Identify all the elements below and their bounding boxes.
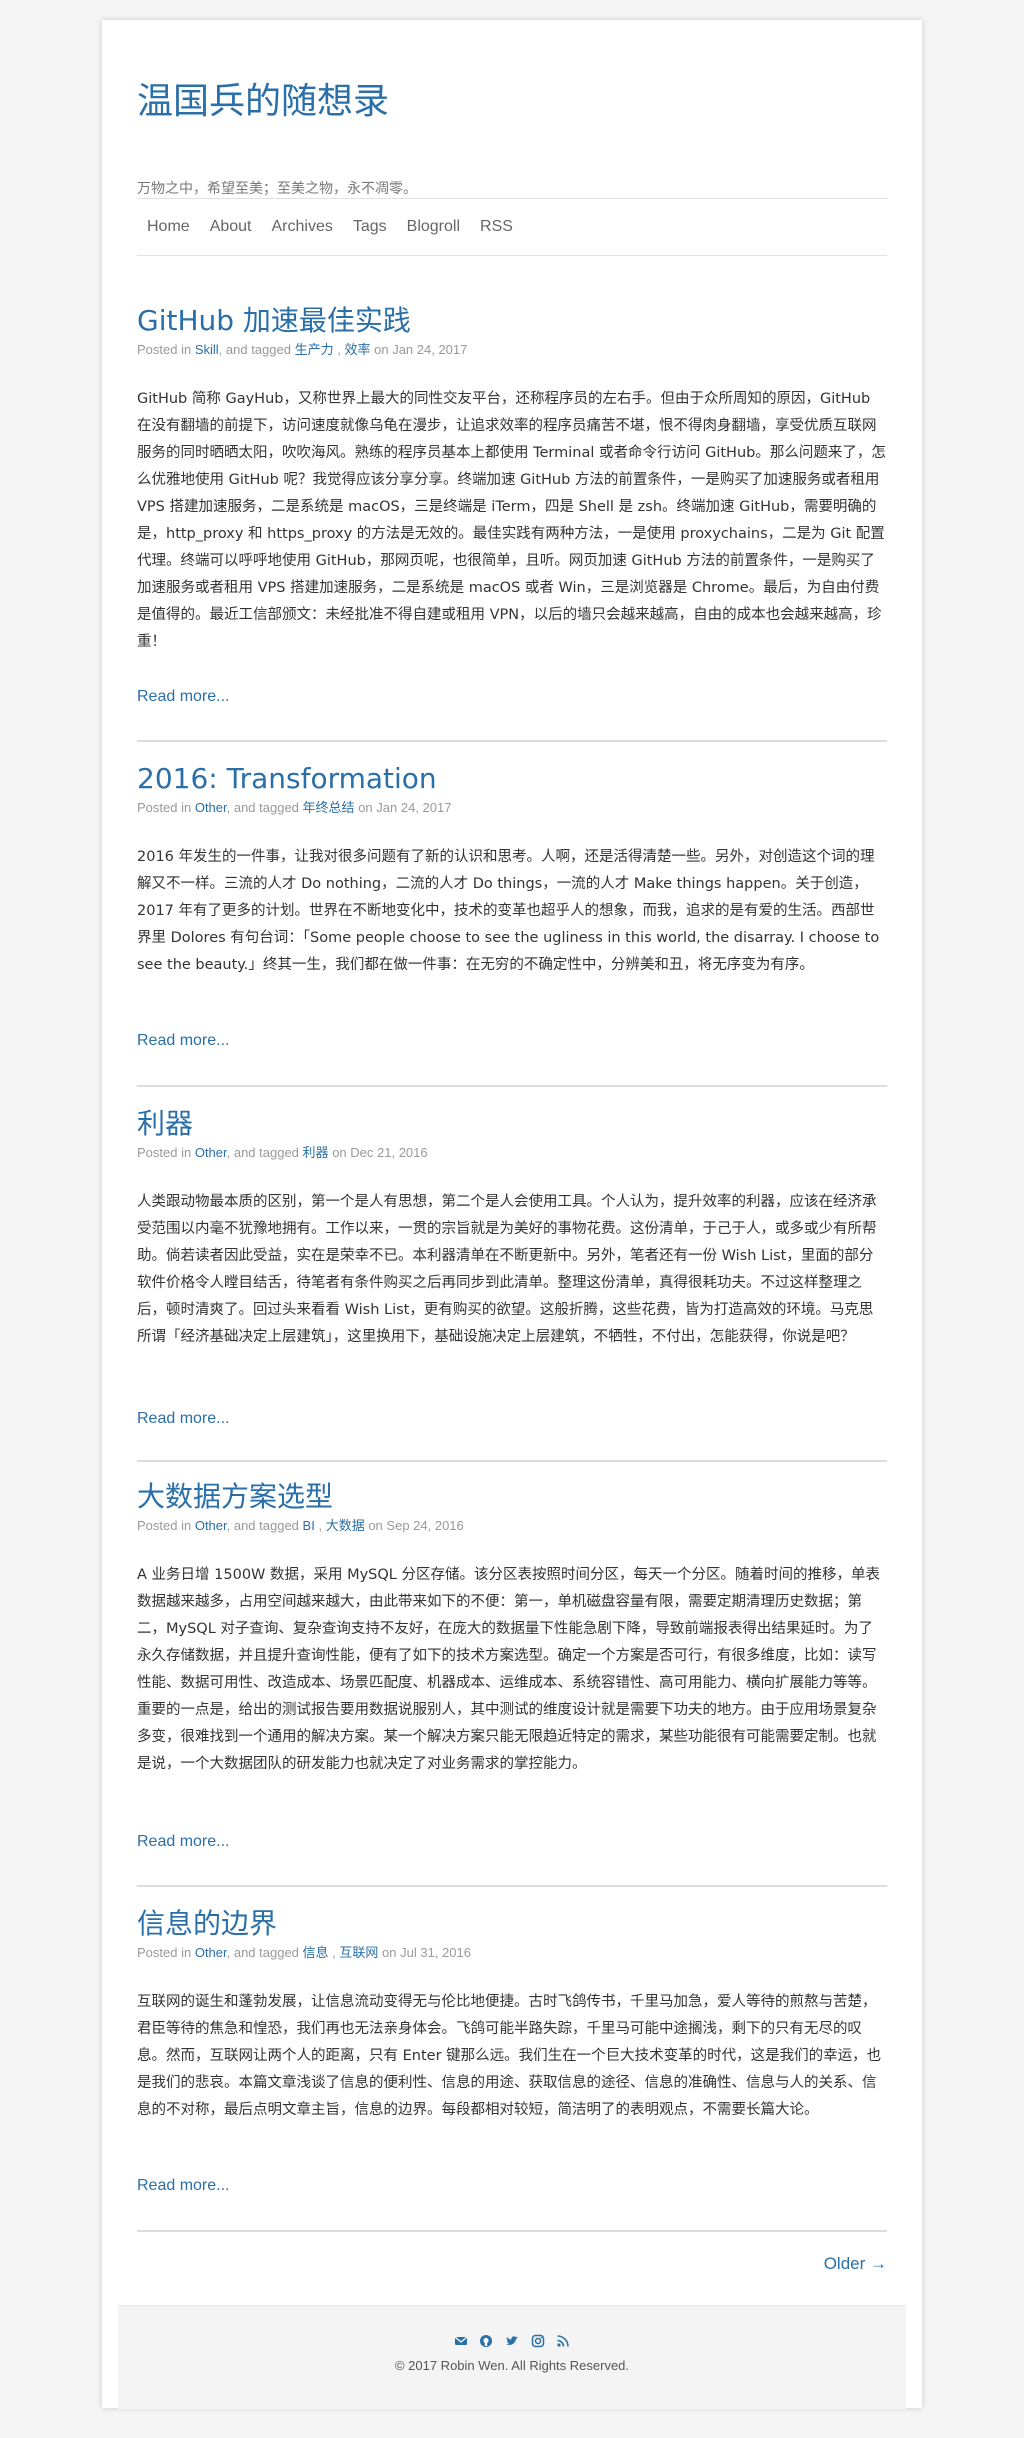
post-divider (137, 740, 887, 742)
read-more-link[interactable]: Read more... (137, 1410, 229, 1428)
meta-prefix: Posted in (137, 800, 192, 815)
tag-link[interactable]: 效率 (344, 342, 370, 357)
post-excerpt: A 业务日增 1500W 数据，采用 MySQL 分区存储。该分区表按照时间分区… (137, 1567, 880, 1772)
category-link[interactable]: Other (195, 1945, 227, 1960)
tag-link[interactable]: 利器 (303, 1145, 329, 1160)
post-date: Jan 24, 2017 (392, 342, 468, 357)
nav-blogroll[interactable]: Blogroll (407, 214, 460, 240)
page-container: 温国兵的随想录 万物之中，希望至美；至美之物，永不凋零。 Home About … (102, 20, 922, 2409)
site-title[interactable]: 温国兵的随想录 (137, 80, 389, 123)
post-title[interactable]: 利器 (137, 1105, 887, 1143)
meta-on: on (374, 342, 389, 357)
post-meta: Posted in Other, and tagged 年终总结 on Jan … (137, 798, 887, 818)
meta-prefix: Posted in (137, 1518, 192, 1533)
post-divider (137, 1885, 887, 1887)
social-links (118, 2332, 906, 2348)
read-more-link[interactable]: Read more... (137, 688, 229, 706)
post-title[interactable]: GitHub 加速最佳实践 (137, 302, 887, 340)
read-more-link[interactable]: Read more... (137, 2177, 229, 2195)
post-divider (137, 2230, 887, 2232)
nav-home[interactable]: Home (147, 214, 190, 240)
meta-prefix: Posted in (137, 1945, 192, 1960)
post-meta: Posted in Other, and tagged 利器 on Dec 21… (137, 1143, 887, 1163)
nav-tags[interactable]: Tags (353, 214, 387, 240)
site-footer: © 2017 Robin Wen. All Rights Reserved. (118, 2305, 906, 2409)
site-description: 万物之中，希望至美；至美之物，永不凋零。 (137, 181, 417, 197)
email-icon[interactable] (454, 2334, 468, 2348)
meta-mid: , and tagged (218, 342, 291, 357)
post-item: GitHub 加速最佳实践 Posted in Skill, and tagge… (137, 302, 887, 742)
twitter-icon[interactable] (505, 2334, 519, 2348)
tag-link[interactable]: 年终总结 (303, 800, 355, 815)
rss-icon[interactable] (556, 2334, 570, 2348)
post-date: Jan 24, 2017 (376, 800, 452, 815)
post-item: 信息的边界 Posted in Other, and tagged 信息 , 互… (137, 1905, 887, 2232)
instagram-icon[interactable] (531, 2334, 545, 2348)
nav-about[interactable]: About (210, 214, 252, 240)
meta-on: on (358, 800, 373, 815)
post-excerpt: 人类跟动物最本质的区别，第一个是人有思想，第二个是人会使用工具。个人认为，提升效… (137, 1194, 877, 1345)
post-title[interactable]: 2016: Transformation (137, 760, 887, 798)
post-title[interactable]: 大数据方案选型 (137, 1478, 887, 1516)
category-link[interactable]: Other (195, 1145, 227, 1160)
category-link[interactable]: Other (195, 800, 227, 815)
post-excerpt: 2016 年发生的一件事，让我对很多问题有了新的认识和思考。人啊，还是活得清楚一… (137, 849, 880, 973)
post-divider (137, 1085, 887, 1087)
meta-on: on (332, 1145, 347, 1160)
meta-prefix: Posted in (137, 1145, 192, 1160)
post-divider (137, 1460, 887, 1462)
tag-link[interactable]: 信息 (303, 1945, 329, 1960)
post-title[interactable]: 信息的边界 (137, 1905, 887, 1943)
tag-link[interactable]: 生产力 (295, 342, 334, 357)
post-meta: Posted in Skill, and tagged 生产力 , 效率 on … (137, 342, 468, 357)
post-date: Sep 24, 2016 (386, 1518, 464, 1533)
meta-on: on (382, 1945, 397, 1960)
post-item: 大数据方案选型 Posted in Other, and tagged BI ,… (137, 1478, 887, 1887)
post-meta: Posted in Other, and tagged 信息 , 互联网 on … (137, 1945, 471, 1960)
post-meta: Posted in Other, and tagged BI , 大数据 on … (137, 1518, 464, 1533)
post-date: Jul 31, 2016 (400, 1945, 471, 1960)
nav-archives[interactable]: Archives (272, 214, 333, 240)
github-icon[interactable] (479, 2334, 493, 2348)
category-link[interactable]: Other (195, 1518, 227, 1533)
read-more-link[interactable]: Read more... (137, 1833, 229, 1851)
tag-link[interactable]: BI (303, 1518, 315, 1533)
meta-mid: , and tagged (226, 1145, 299, 1160)
meta-mid: , and tagged (226, 1518, 299, 1533)
post-excerpt: 互联网的诞生和蓬勃发展，让信息流动变得无与伦比地便捷。古时飞鸽传书，千里马加急，… (137, 1994, 882, 2118)
meta-on: on (368, 1518, 383, 1533)
copyright-text: © 2017 Robin Wen. All Rights Reserved. (394, 2358, 630, 2373)
meta-mid: , and tagged (226, 1945, 299, 1960)
category-link[interactable]: Skill (195, 342, 219, 357)
meta-prefix: Posted in (137, 342, 192, 357)
read-more-link[interactable]: Read more... (137, 1032, 229, 1050)
main-nav: Home About Archives Tags Blogroll RSS (137, 198, 887, 256)
post-excerpt: GitHub 简称 GayHub，又称世界上最大的同性交友平台，还称程序员的左右… (137, 391, 886, 650)
tag-link[interactable]: 大数据 (326, 1518, 365, 1533)
post-item: 2016: Transformation Posted in Other, an… (137, 760, 887, 1087)
meta-mid: , and tagged (226, 800, 299, 815)
tag-link[interactable]: 互联网 (339, 1945, 378, 1960)
post-item: 利器 Posted in Other, and tagged 利器 on Dec… (137, 1105, 887, 1462)
post-date: Dec 21, 2016 (350, 1145, 428, 1160)
nav-rss[interactable]: RSS (480, 214, 513, 240)
older-posts-link[interactable]: Older → (824, 2254, 887, 2274)
